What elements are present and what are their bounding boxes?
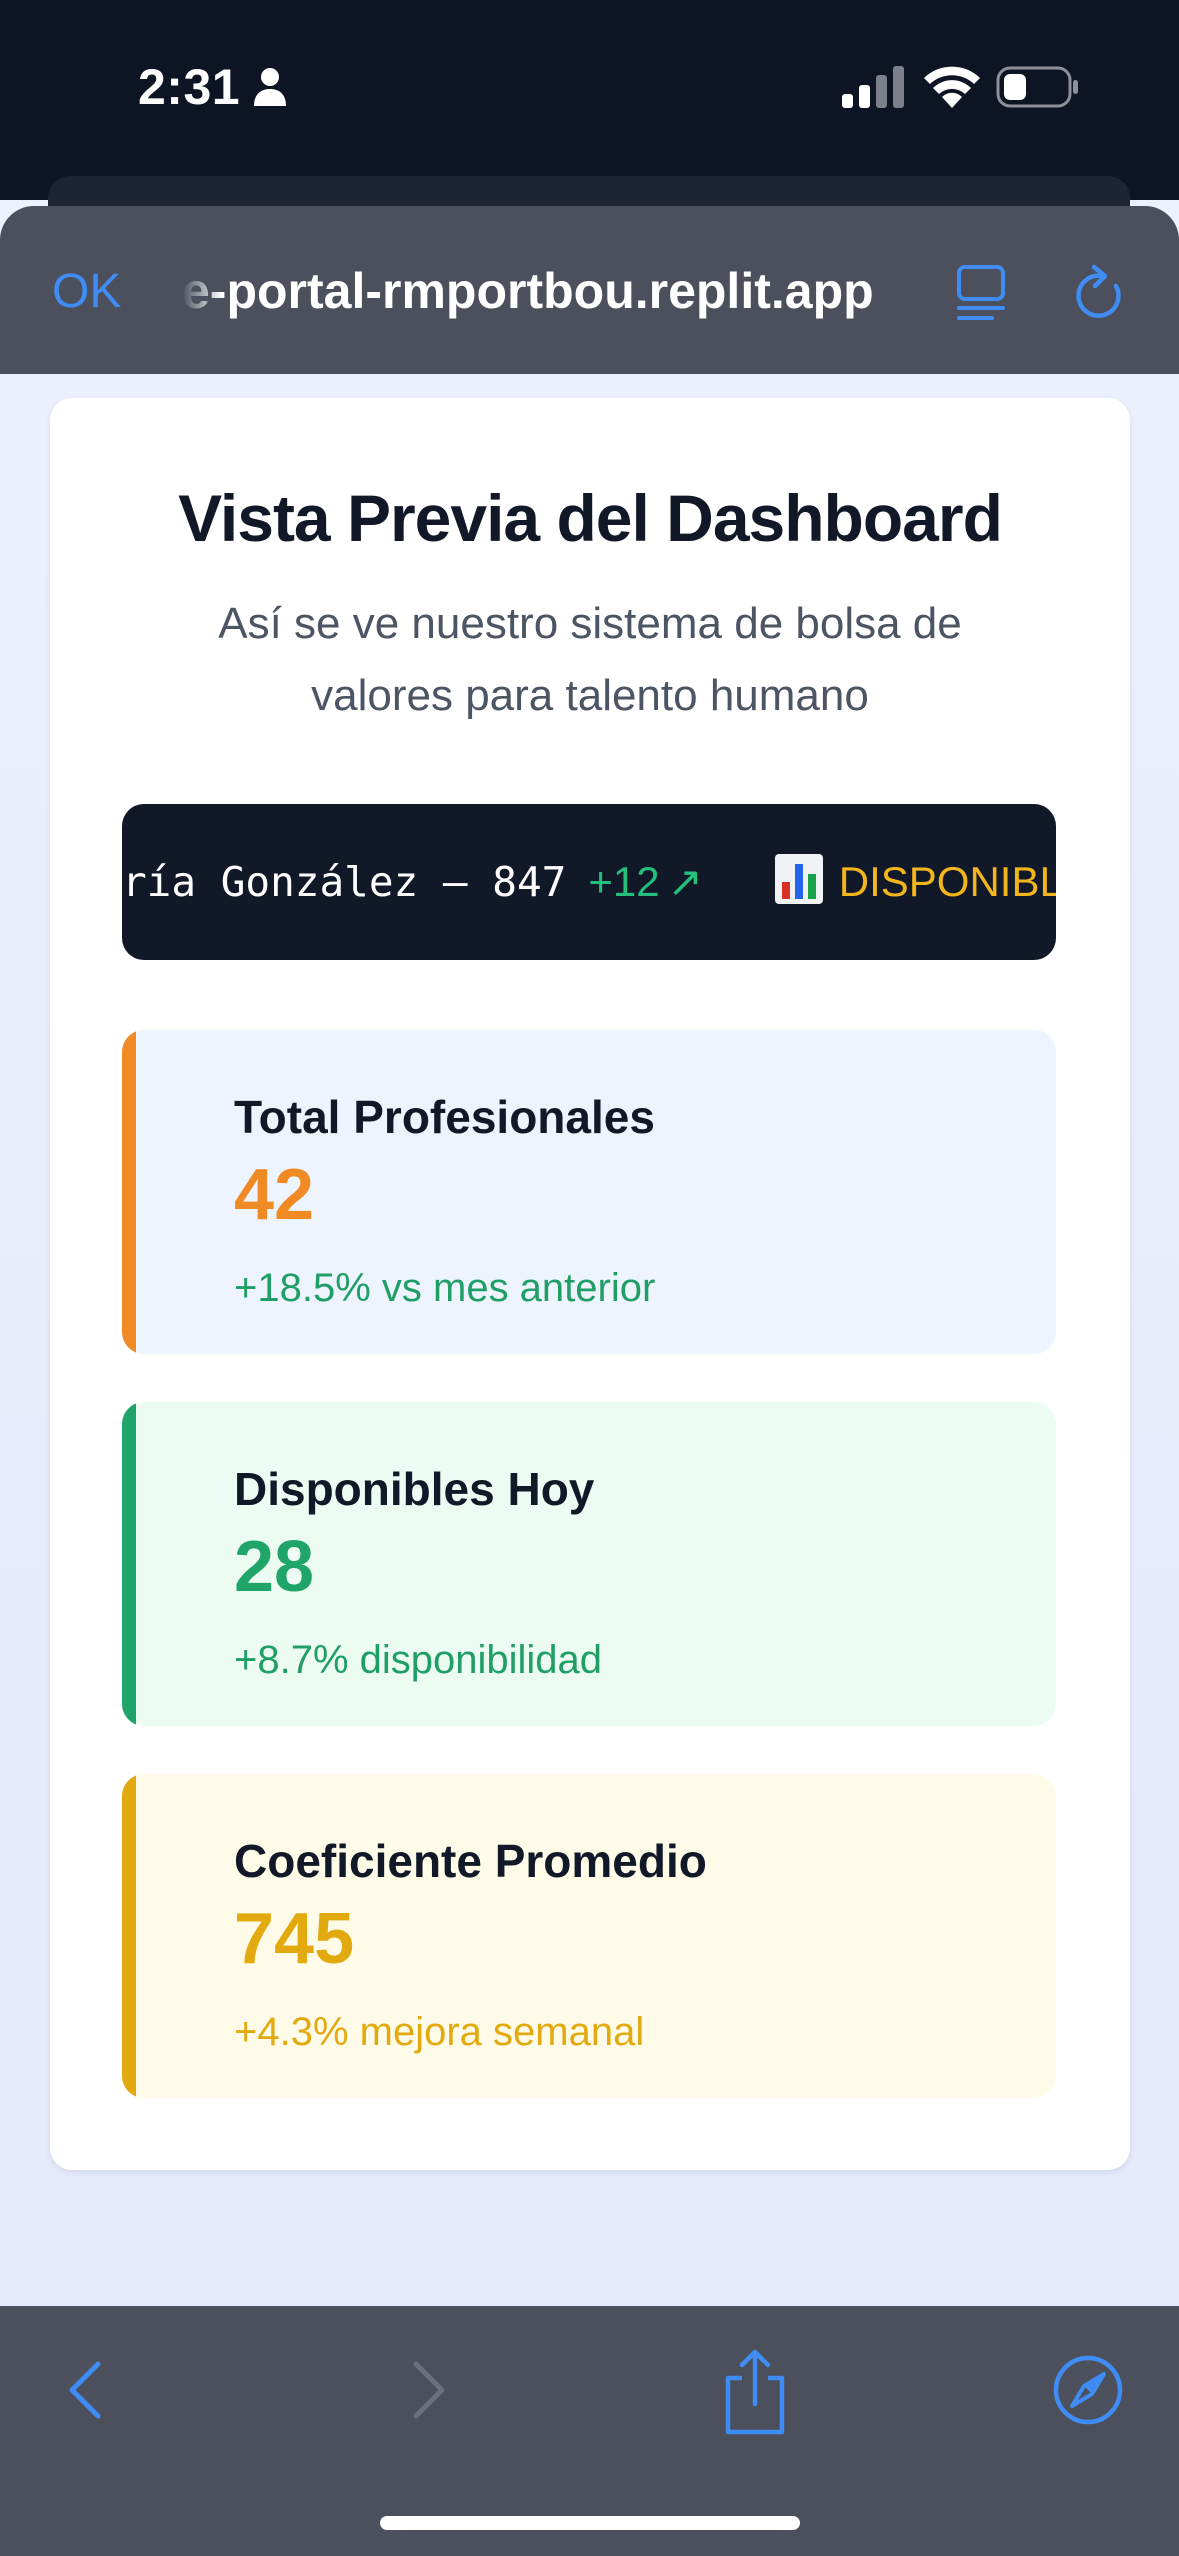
- signal-icon: [842, 66, 904, 108]
- share-icon[interactable]: [718, 2346, 792, 2436]
- wifi-icon: [924, 66, 980, 108]
- stat-value: 28: [234, 1527, 315, 1607]
- reload-icon[interactable]: [1072, 264, 1128, 324]
- person-icon: [254, 68, 286, 106]
- forward-icon[interactable]: [392, 2350, 462, 2430]
- home-indicator[interactable]: [380, 2516, 800, 2530]
- stat-value: 745: [234, 1899, 355, 1979]
- done-button[interactable]: OK: [52, 264, 121, 319]
- stat-label: Total Profesionales: [234, 1091, 655, 1143]
- stat-card-total-professionals: Total Profesionales 42 +18.5% vs mes ant…: [122, 1030, 1056, 1354]
- page-title: Vista Previa del Dashboard: [178, 481, 1003, 555]
- page-subtitle: Así se ve nuestro sistema de bolsa de va…: [218, 599, 962, 720]
- ticker-arrow: ↗: [667, 858, 703, 905]
- compass-icon[interactable]: [1052, 2354, 1124, 2426]
- stat-delta: +8.7% disponibilidad: [234, 1638, 603, 1682]
- chart-icon: [774, 854, 823, 904]
- battery-icon: [996, 66, 1078, 108]
- status-bar: 2:31: [0, 0, 1179, 200]
- stat-label: Coeficiente Promedio: [234, 1835, 707, 1887]
- accent-bar: [122, 1402, 136, 1726]
- ticker-track: ría González – 847 +12↗ DISPONIBLE: [122, 854, 1056, 906]
- url-fade: [182, 246, 222, 336]
- stat-value: 42: [234, 1155, 315, 1235]
- stat-card-available-today: Disponibles Hoy 28 +8.7% disponibilidad: [122, 1402, 1056, 1726]
- accent-bar: [122, 1774, 136, 2098]
- ticker-status: DISPONIBLE: [838, 858, 1056, 905]
- stat-delta: +4.3% mejora semanal: [234, 2010, 645, 2054]
- ticker-professional-name: ría González – 847: [122, 858, 567, 906]
- back-icon[interactable]: [52, 2350, 122, 2430]
- ticker-change: +12: [588, 858, 660, 905]
- stat-card-average-coefficient: Coeficiente Promedio 745 +4.3% mejora se…: [122, 1774, 1056, 2098]
- browser-address-bar: OK e-portal-rmportbou.replit.app: [0, 206, 1179, 374]
- stock-ticker: ría González – 847 +12↗ DISPONIBLE: [122, 804, 1056, 960]
- accent-bar: [122, 1030, 136, 1354]
- stat-label: Disponibles Hoy: [234, 1463, 595, 1515]
- stat-delta: +18.5% vs mes anterior: [234, 1266, 656, 1310]
- url-field[interactable]: e-portal-rmportbou.replit.app: [182, 262, 902, 320]
- dashboard-preview-card: Vista Previa del Dashboard Así se ve nue…: [50, 398, 1130, 2170]
- screen: 2:31 OK e-portal-rmportbou.replit.app Vi…: [0, 0, 1179, 2556]
- status-time: 2:31: [138, 59, 241, 115]
- reader-icon[interactable]: [956, 264, 1006, 322]
